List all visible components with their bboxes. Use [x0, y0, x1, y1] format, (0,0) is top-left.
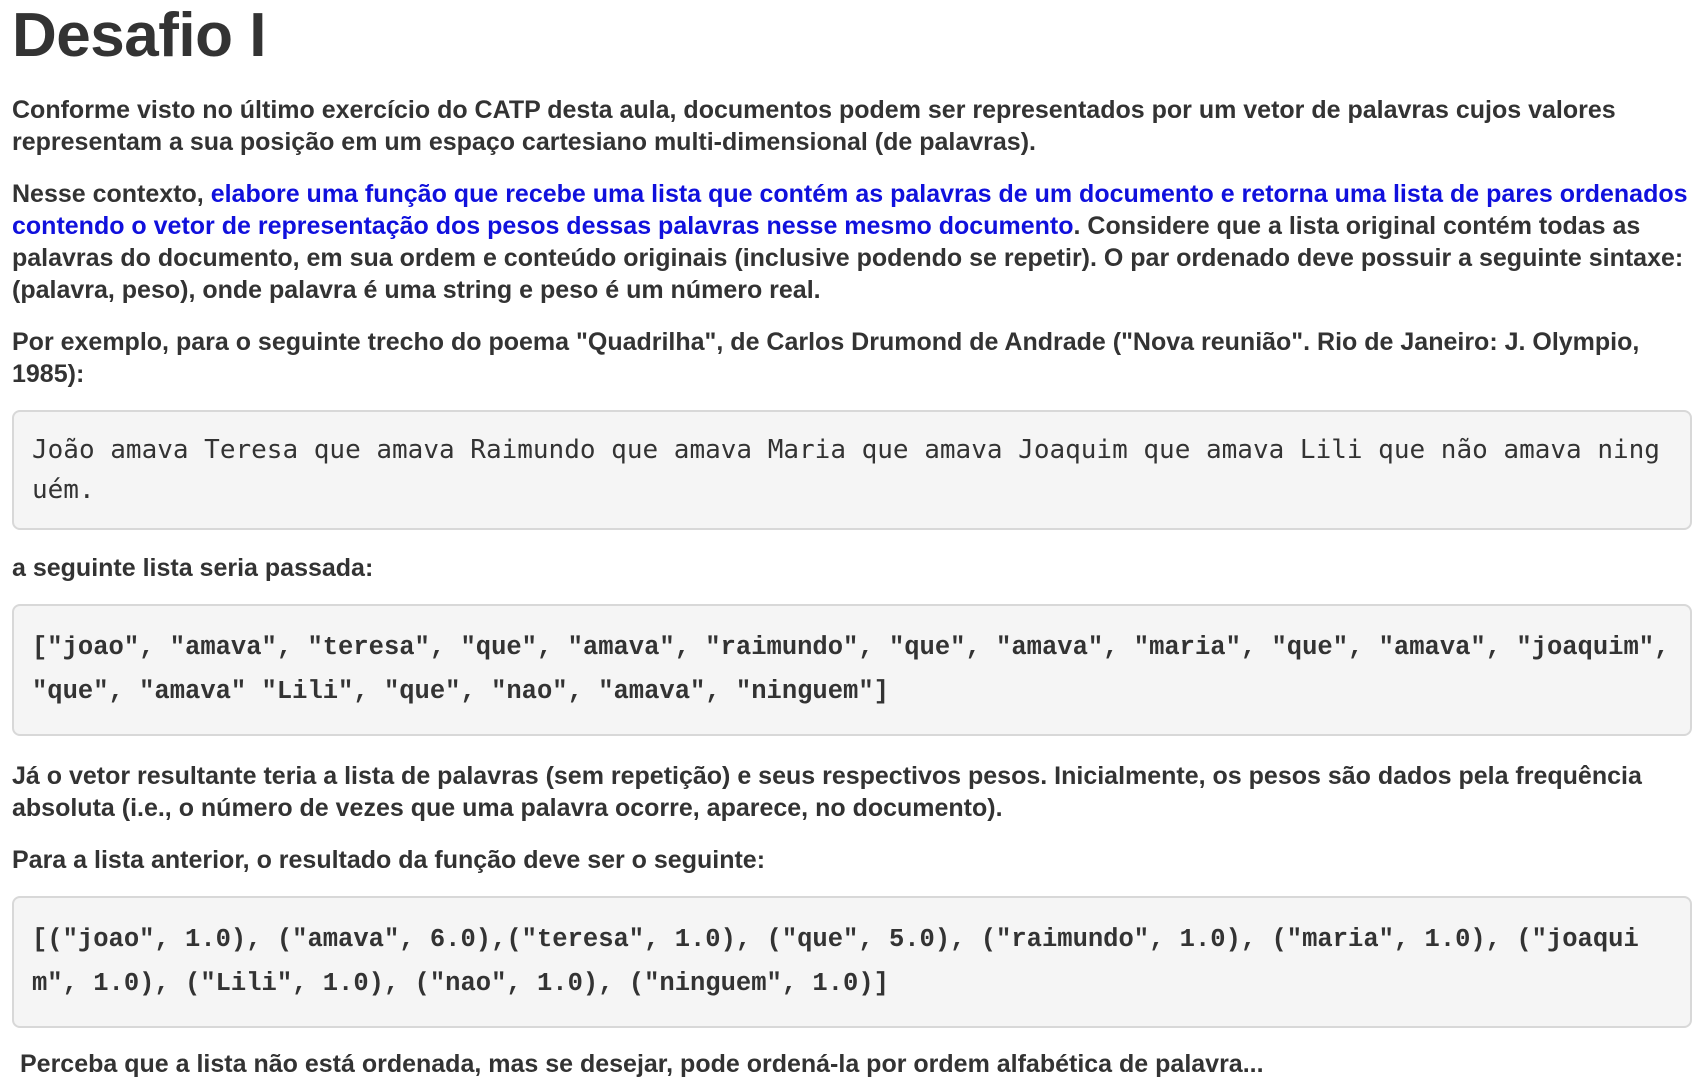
- intro-paragraph: Conforme visto no último exercício do CA…: [12, 96, 1616, 156]
- page-title: Desafio I: [12, 1, 266, 70]
- result-intro-paragraph: Para a lista anterior, o resultado da fu…: [12, 846, 766, 874]
- input-list-code-block: ["joao", "amava", "teresa", "que", "amav…: [12, 604, 1692, 736]
- result-explanation-paragraph: Já o vetor resultante teria a lista de p…: [12, 762, 1642, 822]
- poem-code-block: João amava Teresa que amava Raimundo que…: [12, 410, 1692, 530]
- note-paragraph: Perceba que a lista não está ordenada, m…: [20, 1050, 1264, 1078]
- document-body: Desafio I Conforme visto no último exerc…: [12, 0, 1692, 1080]
- task-intro-text: Nesse contexto,: [12, 180, 211, 208]
- task-paragraph: Nesse contexto, elabore uma função que r…: [12, 178, 1692, 306]
- example-paragraph: Por exemplo, para o seguinte trecho do p…: [12, 328, 1640, 388]
- result-code-block: [("joao", 1.0), ("amava", 6.0),("teresa"…: [12, 896, 1692, 1028]
- list-intro-paragraph: a seguinte lista seria passada:: [12, 554, 374, 582]
